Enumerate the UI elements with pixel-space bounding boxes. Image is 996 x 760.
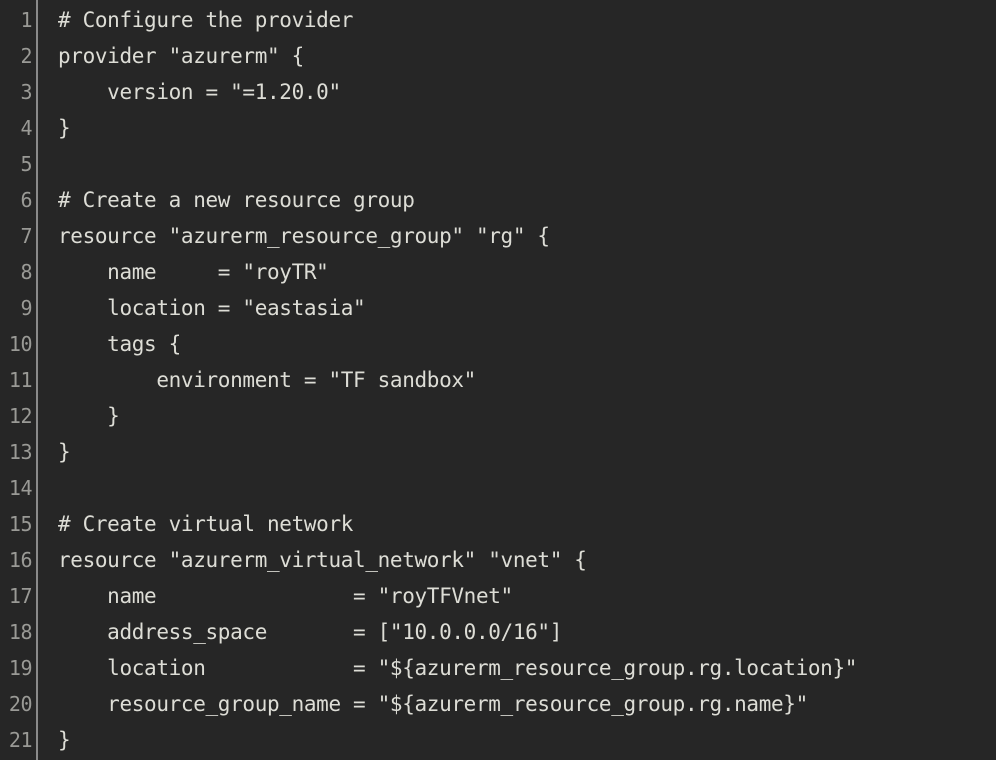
line-source-text: resource_group_name = "${azurerm_resourc… <box>58 692 808 716</box>
code-line[interactable]: 9 location = "eastasia" <box>0 290 996 326</box>
code-line[interactable]: 6 # Create a new resource group <box>0 182 996 218</box>
code-line-list: 1 # Configure the provider 2 provider "azur… <box>0 2 996 758</box>
code-line[interactable]: 8 name = "royTR" <box>0 254 996 290</box>
line-number: 3 <box>20 80 32 104</box>
line-source-text: } <box>58 116 71 140</box>
line-number: 6 <box>20 188 32 212</box>
line-source-text: resource "azurerm_resource_group" "rg" { <box>58 224 550 248</box>
code-lines-container[interactable]: 1 # Configure the provider 2 provider "azur… <box>0 0 996 760</box>
line-number: 7 <box>20 224 32 248</box>
code-line[interactable]: 13} <box>0 434 996 470</box>
code-line[interactable]: 18 address_space = ["10.0.0.0/16"] <box>0 614 996 650</box>
code-line[interactable]: 16 resource "azurerm_virtual_network" "vn… <box>0 542 996 578</box>
line-number: 16 <box>8 548 32 572</box>
line-number: 19 <box>8 656 32 680</box>
line-number: 20 <box>8 692 32 716</box>
line-number: 18 <box>8 620 32 644</box>
code-line[interactable]: 14 <box>0 470 996 506</box>
line-source-text: } <box>58 728 71 752</box>
code-line[interactable]: 5 <box>0 146 996 182</box>
code-line[interactable]: 10 tags { <box>0 326 996 362</box>
line-number: 21 <box>8 728 32 752</box>
line-source-text: # Configure the provider <box>58 8 354 32</box>
line-number: 9 <box>20 296 32 320</box>
code-editor[interactable]: 1 # Configure the provider 2 provider "azur… <box>0 0 996 760</box>
code-line[interactable]: 1 # Configure the provider <box>0 2 996 38</box>
line-number: 13 <box>8 440 32 464</box>
line-source-text: tags { <box>58 332 181 356</box>
code-line[interactable]: 21} <box>0 722 996 758</box>
line-number: 15 <box>8 512 32 536</box>
line-source-text: } <box>58 440 71 464</box>
code-line[interactable]: 17 name = "royTFVnet" <box>0 578 996 614</box>
line-source-text: provider "azurerm" { <box>58 44 304 68</box>
line-number: 17 <box>8 584 32 608</box>
code-line[interactable]: 20 resource_group_name = "${azurerm_reso… <box>0 686 996 722</box>
line-number: 5 <box>20 152 32 176</box>
line-number: 12 <box>8 404 32 428</box>
line-number: 10 <box>8 332 32 356</box>
line-number: 1 <box>20 8 32 32</box>
line-source-text: resource "azurerm_virtual_network" "vnet… <box>58 548 587 572</box>
line-source-text: version = "=1.20.0" <box>58 80 341 104</box>
code-line[interactable]: 12 } <box>0 398 996 434</box>
line-source-text: name = "royTFVnet" <box>58 584 513 608</box>
line-number: 8 <box>20 260 32 284</box>
line-source-text: location = "eastasia" <box>58 296 366 320</box>
line-source-text: } <box>58 404 120 428</box>
line-source-text: environment = "TF sandbox" <box>58 368 476 392</box>
line-number: 14 <box>8 476 32 500</box>
line-source-text: address_space = ["10.0.0.0/16"] <box>58 620 563 644</box>
line-number: 4 <box>20 116 32 140</box>
line-source-text: location = "${azurerm_resource_group.rg.… <box>58 656 858 680</box>
line-number: 2 <box>20 44 32 68</box>
code-line[interactable]: 3 version = "=1.20.0" <box>0 74 996 110</box>
code-line[interactable]: 15 # Create virtual network <box>0 506 996 542</box>
code-line[interactable]: 7 resource "azurerm_resource_group" "rg" … <box>0 218 996 254</box>
line-source-text: name = "royTR" <box>58 260 329 284</box>
code-line[interactable]: 2 provider "azurerm" { <box>0 38 996 74</box>
code-line[interactable]: 11 environment = "TF sandbox" <box>0 362 996 398</box>
code-line[interactable]: 4} <box>0 110 996 146</box>
line-source-text: # Create virtual network <box>58 512 354 536</box>
line-number: 11 <box>8 368 32 392</box>
code-line[interactable]: 19 location = "${azurerm_resource_group.… <box>0 650 996 686</box>
line-source-text: # Create a new resource group <box>58 188 415 212</box>
